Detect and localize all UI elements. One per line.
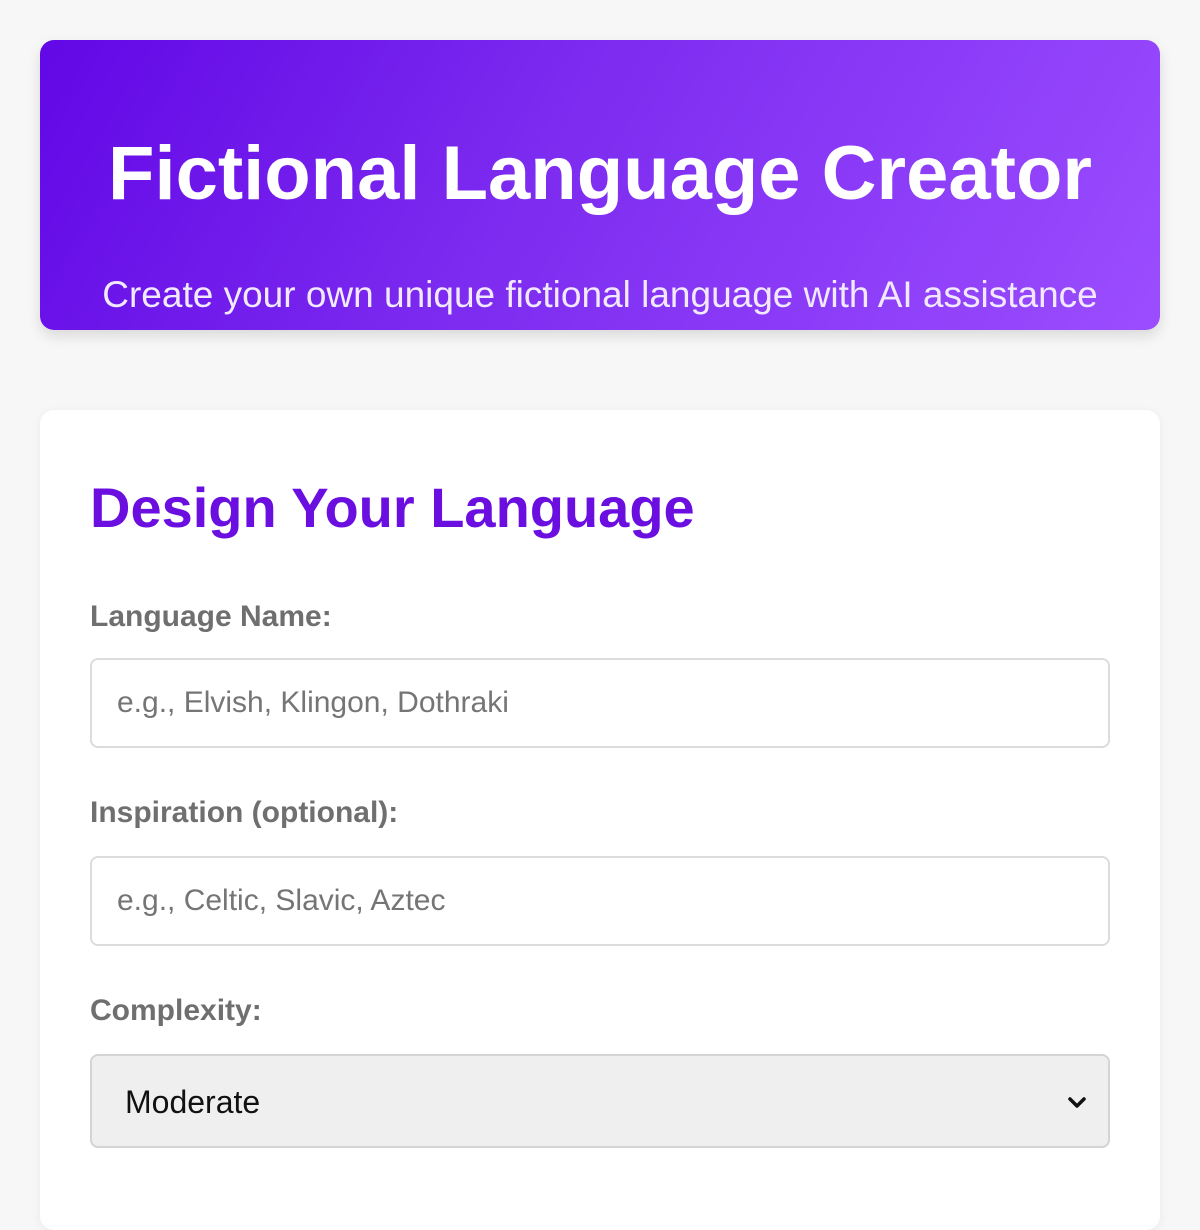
- inspiration-label: Inspiration (optional):: [90, 796, 399, 829]
- complexity-selected-value: Moderate: [125, 1084, 261, 1120]
- inspiration-input[interactable]: [90, 856, 1110, 946]
- complexity-select[interactable]: Moderate: [90, 1054, 1110, 1148]
- chevron-down-icon: [1068, 1097, 1086, 1108]
- design-form-card: Design Your Language Language Name: Insp…: [40, 410, 1160, 1230]
- language-name-label: Language Name:: [90, 600, 332, 633]
- complexity-label: Complexity:: [90, 994, 262, 1027]
- page-subtitle: Create your own unique fictional languag…: [102, 274, 1098, 315]
- language-name-input[interactable]: [90, 658, 1110, 748]
- app-header: Fictional Language Creator Create your o…: [40, 40, 1160, 330]
- form-heading: Design Your Language: [90, 476, 695, 539]
- page-title: Fictional Language Creator: [108, 131, 1092, 216]
